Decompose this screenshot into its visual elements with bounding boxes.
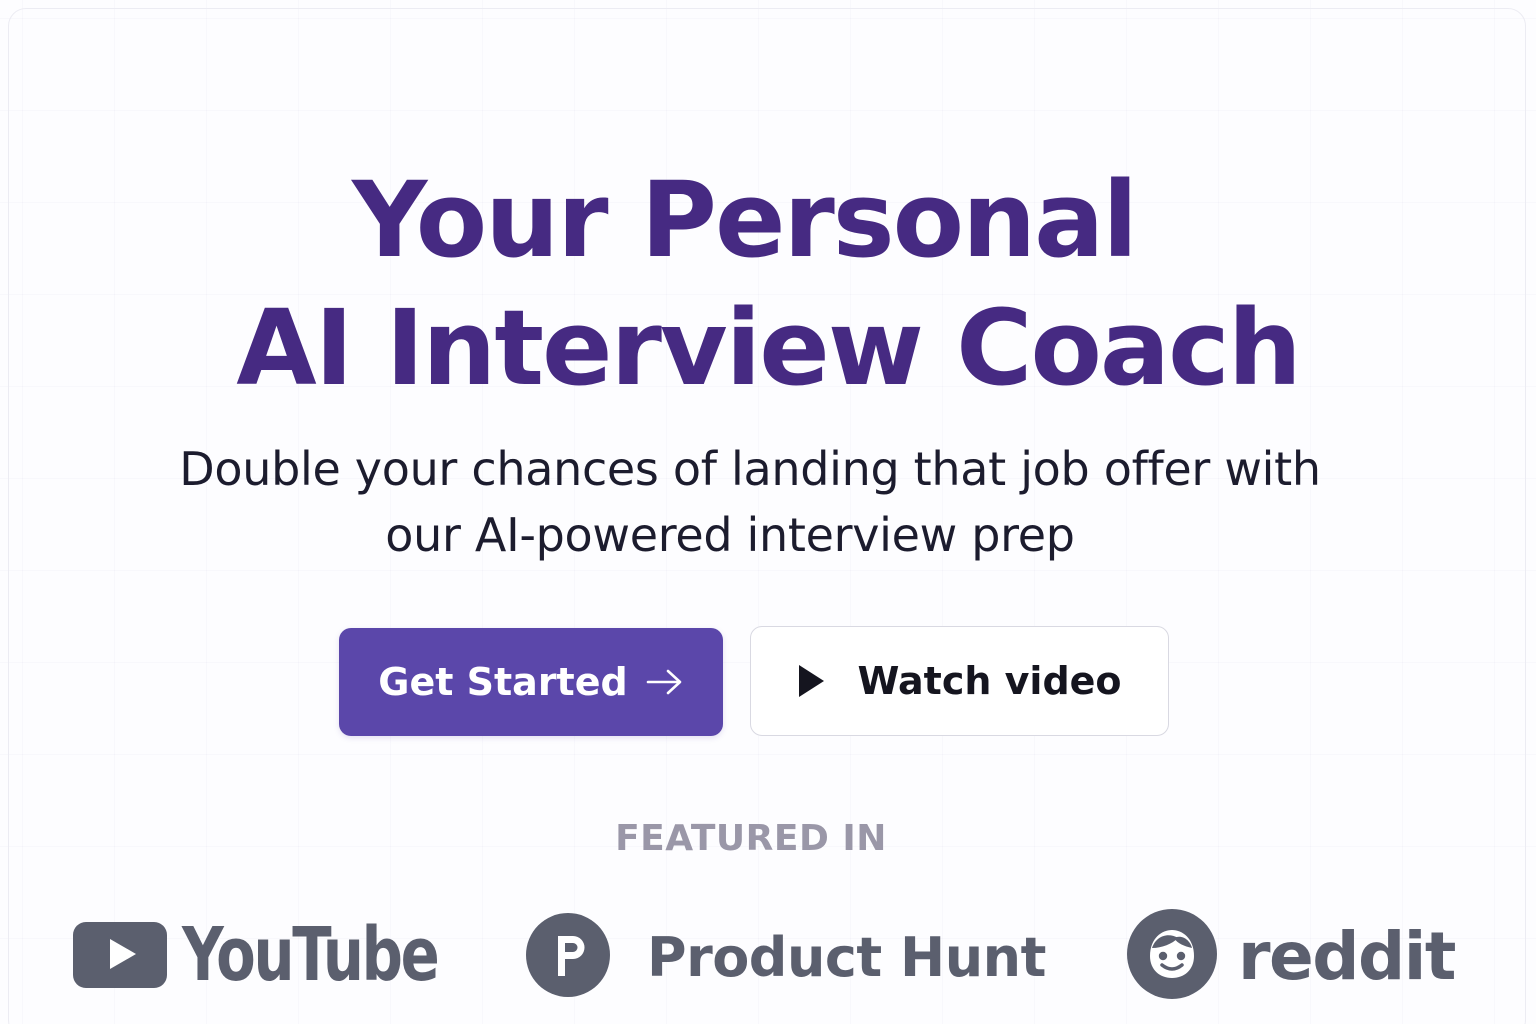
product-hunt-logo: Product Hunt [525,912,1046,1003]
product-hunt-wordmark: Product Hunt [647,926,1046,989]
reddit-logo: reddit [1126,908,1456,1005]
landing-page: Your Personal AI Interview Coach Double … [0,0,1536,1024]
product-hunt-icon [525,912,611,1003]
youtube-icon [72,918,168,993]
youtube-logo: YouTube [72,912,510,998]
get-started-button[interactable]: Get Started [339,628,723,736]
hero-subtitle-line-1: Double your chances of landing that job … [179,442,1321,496]
reddit-wordmark: reddit [1238,918,1456,995]
hero-title-line-2: AI Interview Coach [236,287,1302,409]
youtube-wordmark: YouTube [182,912,440,998]
watch-video-button[interactable]: Watch video [750,626,1169,736]
featured-in-label: FEATURED IN [615,818,887,859]
play-icon [797,664,825,698]
arrow-right-icon [646,667,684,697]
watch-video-label: Watch video [857,659,1122,703]
reddit-icon [1126,908,1218,1005]
hero-subtitle-line-2: our AI-powered interview prep [385,508,1075,562]
get-started-label: Get Started [378,660,628,704]
hero-title-line-1: Your Personal [351,159,1138,281]
